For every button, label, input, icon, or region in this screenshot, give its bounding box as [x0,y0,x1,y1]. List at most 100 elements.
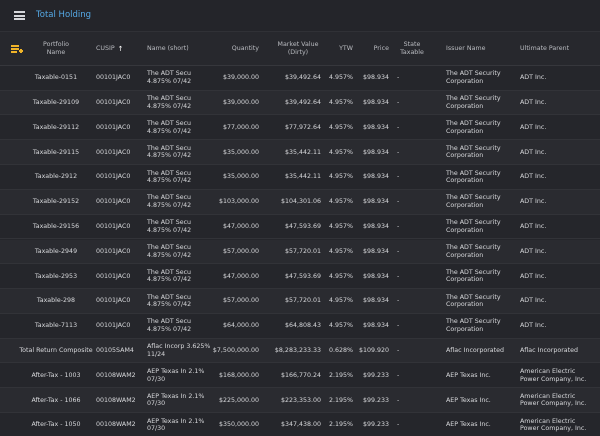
column-add-icon[interactable] [11,45,23,55]
cell-state-taxable: - [397,371,400,379]
cell-market-value: $57,720.01 [284,247,321,255]
cell-market-value: $347,438.00 [280,421,321,429]
cell-ytw: 2.195% [328,396,353,404]
cell-state-taxable: - [397,396,400,404]
cell-market-value: $64,808.43 [284,322,321,330]
table-row[interactable]: After-Tax - 1003 00108WAM2 AEP Texas In 2.… [0,363,600,389]
cell-ultimate-parent: ADT Inc. [520,297,547,305]
table-row[interactable]: Total Return Composite 00105SAM4 Aflac Inc… [0,338,600,364]
cell-market-value: $47,593.69 [284,223,321,230]
cell-cusip: 00108WAM2 [96,396,136,404]
column-header-cusip[interactable]: CUSIP ↑ [96,32,144,66]
top-bar: Total Holding [0,0,600,32]
table-row[interactable]: Taxable-2953 00101JAC0 The ADT Secu 4.875%… [0,264,600,289]
cell-ytw: 4.957% [328,297,353,305]
column-header-state-taxable[interactable]: State Taxable [394,32,430,66]
cell-state-taxable: - [397,347,400,354]
cell-market-value: $8,283,233.33 [274,347,321,354]
cell-price: $98.934 [362,74,389,82]
cell-price: $99.233 [362,421,389,429]
cell-issuer-name: AEP Texas Inc. [446,396,491,404]
table-row[interactable]: After-Tax - 1050 00108WAM2 AEP Texas In 2.… [0,413,600,436]
cell-issuer-name: The ADT Security Corporation [446,120,501,135]
cell-ytw: 4.957% [328,322,353,330]
sort-ascending-icon[interactable]: ↑ [118,45,124,53]
cell-ultimate-parent: ADT Inc. [520,198,547,206]
table-row[interactable]: Taxable-29115 00101JAC0 The ADT Secu 4.875… [0,140,600,165]
cell-price: $98.934 [362,99,389,106]
column-header-issuer-name[interactable]: Issuer Name [446,32,516,66]
cell-quantity: $350,000.00 [218,421,259,429]
cell-state-taxable: - [397,247,400,255]
cell-issuer-name: AEP Texas Inc. [446,371,491,379]
column-header-price[interactable]: Price [356,32,389,66]
cell-price: $98.934 [362,148,389,156]
column-header-market-value[interactable]: Market Value (Dirty) [270,32,326,66]
cell-state-taxable: - [397,148,400,156]
cell-ultimate-parent: ADT Inc. [520,223,547,230]
table-row[interactable]: Taxable-7113 00101JAC0 The ADT Secu 4.875%… [0,314,600,339]
table-row[interactable]: Taxable-29109 00101JAC0 The ADT Secu 4.875… [0,90,600,116]
cell-quantity: $57,000.00 [222,247,259,255]
cell-cusip: 00101JAC0 [96,148,131,156]
cell-cusip: 00101JAC0 [96,173,131,181]
cell-portfolio-name: Taxable-2953 [34,272,78,280]
cell-portfolio-name: Total Return Composite [19,347,93,354]
cell-ytw: 4.957% [328,272,353,280]
column-header-name-short[interactable]: Name (short) [147,32,217,66]
cell-ultimate-parent: ADT Inc. [520,123,547,131]
cell-cusip: 00101JAC0 [96,247,131,255]
cell-issuer-name: The ADT Security Corporation [446,144,501,160]
cell-price: $98.934 [362,223,389,230]
column-header-portfolio-name[interactable]: Portfolio Name [28,32,84,66]
cell-issuer-name: AEP Texas Inc. [446,421,491,429]
list-icon[interactable] [14,11,25,20]
cell-market-value: $223,353.00 [280,396,321,404]
cell-issuer-name: The ADT Security Corporation [446,70,501,85]
cell-ultimate-parent: ADT Inc. [520,99,547,106]
cell-state-taxable: - [397,223,400,230]
cell-ultimate-parent: American Electric Power Company, Inc. [520,417,587,433]
cell-cusip: 00101JAC0 [96,198,131,206]
cell-issuer-name: The ADT Security Corporation [446,194,501,209]
cell-quantity: $7,500,000.00 [212,347,259,354]
column-header-ytw[interactable]: YTW [328,32,353,66]
cell-quantity: $64,000.00 [222,322,259,330]
cell-issuer-name: The ADT Security Corporation [446,95,501,110]
table-row[interactable]: Taxable-2949 00101JAC0 The ADT Secu 4.875%… [0,239,600,265]
cell-issuer-name: The ADT Security Corporation [446,219,501,234]
cell-ultimate-parent: ADT Inc. [520,173,547,181]
table-row[interactable]: Taxable-0151 00101JAC0 The ADT Secu 4.875%… [0,66,600,91]
cell-ytw: 4.957% [328,247,353,255]
cell-cusip: 00101JAC0 [96,99,131,106]
column-header-ultimate-parent[interactable]: Ultimate Parent [520,32,596,66]
table-row[interactable]: After-Tax - 1066 00108WAM2 AEP Texas In 2.… [0,388,600,413]
cell-cusip: 00101JAC0 [96,322,131,330]
cell-portfolio-name: Taxable-29115 [32,148,80,156]
cell-market-value: $35,442.11 [284,173,321,181]
cell-ultimate-parent: ADT Inc. [520,148,547,156]
cell-market-value: $35,442.11 [284,148,321,156]
table-row[interactable]: Taxable-29152 00101JAC0 The ADT Secu 4.875… [0,190,600,215]
cell-ytw: 2.195% [328,421,353,429]
cell-price: $98.934 [362,322,389,330]
table-row[interactable]: Taxable-2912 00101JAC0 The ADT Secu 4.875%… [0,165,600,190]
cell-ytw: 4.957% [328,148,353,156]
cell-quantity: $103,000.00 [218,198,259,206]
cell-quantity: $35,000.00 [222,173,259,181]
column-header-quantity[interactable]: Quantity [216,32,259,66]
page-title[interactable]: Total Holding [36,10,91,20]
cell-ultimate-parent: ADT Inc. [520,272,547,280]
cell-state-taxable: - [397,421,400,429]
cell-ultimate-parent: ADT Inc. [520,247,547,255]
cell-ytw: 4.957% [328,99,353,106]
cell-ytw: 4.957% [328,74,353,82]
table-row[interactable]: Taxable-29156 00101JAC0 The ADT Secu 4.875… [0,214,600,240]
cell-quantity: $47,000.00 [222,223,259,230]
cell-price: $98.934 [362,123,389,131]
table-row[interactable]: Taxable-29112 00101JAC0 The ADT Secu 4.875… [0,115,600,141]
cell-portfolio-name: Taxable-29152 [32,198,80,206]
cell-cusip: 00108WAM2 [96,371,136,379]
cell-portfolio-name: After-Tax - 1066 [31,396,81,404]
table-row[interactable]: Taxable-298 00101JAC0 The ADT Secu 4.875% … [0,289,600,314]
